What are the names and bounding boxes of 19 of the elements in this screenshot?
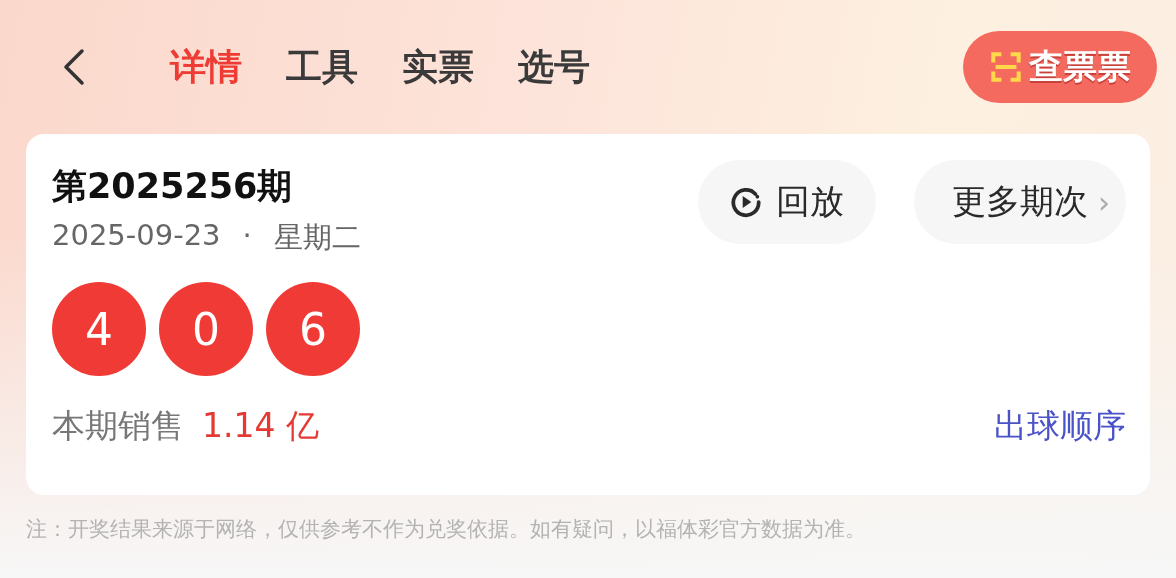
back-icon[interactable] bbox=[62, 47, 86, 87]
nav-tab[interactable]: 实票 bbox=[402, 42, 474, 92]
play-timer-icon bbox=[730, 186, 762, 218]
scan-icon bbox=[991, 52, 1021, 82]
sales-label: 本期销售 bbox=[52, 405, 184, 447]
sales-value: 1.14 亿 bbox=[202, 405, 319, 447]
number-ball: 4 bbox=[52, 282, 146, 376]
disclaimer-note: 注：开奖结果来源于网络，仅供参考不作为兑奖依据。如有疑问，以福体彩官方数据为准。 bbox=[26, 516, 867, 543]
number-ball: 0 bbox=[159, 282, 253, 376]
nav-tab[interactable]: 工具 bbox=[286, 42, 358, 92]
draw-date: 2025-09-23 bbox=[52, 218, 221, 254]
number-ball: 6 bbox=[266, 282, 360, 376]
draw-order-link[interactable]: 出球顺序 bbox=[994, 404, 1126, 449]
issue-number: 第2025256期 bbox=[52, 165, 294, 208]
nav-tab[interactable]: 选号 bbox=[518, 42, 590, 92]
more-issues-button[interactable]: 更多期次 › bbox=[914, 160, 1126, 244]
separator-dot: · bbox=[242, 218, 252, 254]
weekday: 星期二 bbox=[273, 219, 361, 256]
replay-button[interactable]: 回放 bbox=[698, 160, 876, 244]
